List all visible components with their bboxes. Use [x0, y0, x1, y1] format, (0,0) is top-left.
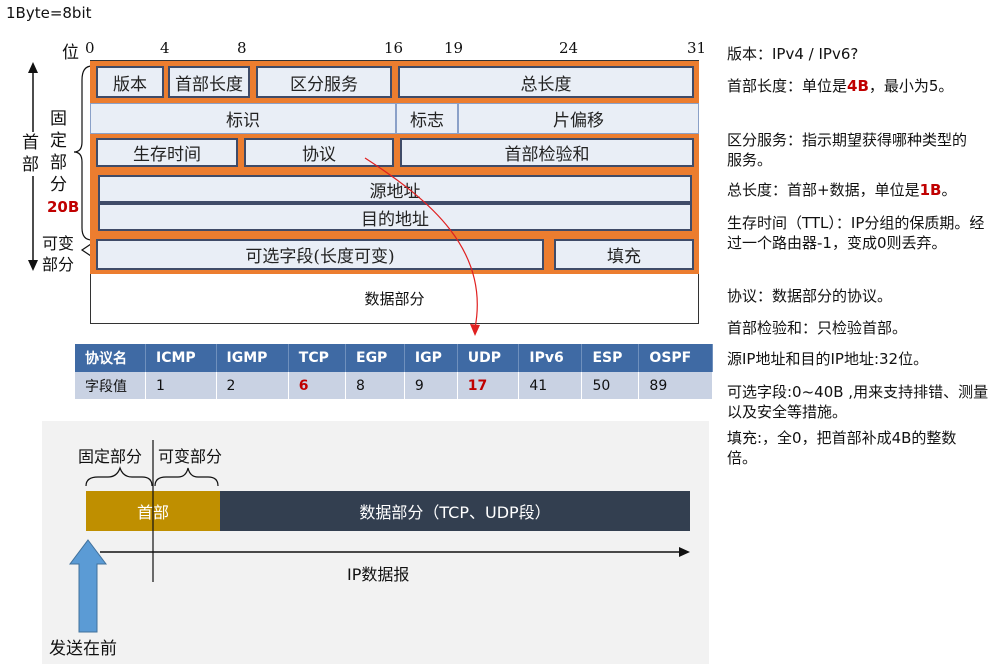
field-padding: 填充 [554, 239, 694, 270]
fixed-size-label: 20B [47, 198, 80, 216]
send-first-arrow [69, 539, 107, 633]
fixed-part-label: 固 定 部 分 [50, 109, 67, 195]
protocol-arrow [364, 157, 480, 336]
byte-bit-label: 1Byte=8bit [6, 4, 92, 22]
table-cell: 41 [518, 372, 583, 399]
field-ttl: 生存时间 [96, 138, 238, 167]
table-cell: 1 [145, 372, 217, 399]
table-cell: 9 [404, 372, 458, 399]
note-ttl: 生存时间（TTL）：IP分组的保质期。经过一个路由器-1，变成0则丢弃。 [727, 214, 985, 252]
protocol-table-value-row: 字段值 1 2 6 8 9 17 41 50 89 [75, 372, 713, 399]
note-tos: 区分服务：指示期望获得哪种类型的服务。 [727, 131, 968, 169]
table-cell: 2 [216, 372, 289, 399]
note-padding: 填充:，全0，把首部补成4B的整数倍。 [727, 429, 957, 467]
datagram-label: IP数据报 [347, 565, 410, 584]
field-flags: 标志 [396, 103, 458, 134]
table-cell-highlight: 6 [288, 372, 347, 399]
send-first-label: 发送在前 [49, 639, 117, 659]
field-version: 版本 [96, 66, 164, 98]
bit-tick: 0 [85, 39, 95, 57]
table-header: UDP [457, 344, 520, 372]
table-header: IPv6 [518, 344, 583, 372]
bit-tick: 19 [444, 39, 464, 57]
note-checksum: 首部检验和：只检验首部。 [727, 319, 908, 337]
protocol-table: 协议名 ICMP IGMP TCP EGP IGP UDP IPv6 ESP O… [75, 344, 713, 399]
variable-part-label: 可变 部分 [42, 234, 75, 274]
table-cell: 8 [345, 372, 405, 399]
field-header-length: 首部长度 [168, 66, 250, 98]
bit-tick: 31 [687, 39, 707, 57]
header-side-label: 首 部 [22, 132, 39, 176]
table-header: ICMP [145, 344, 217, 372]
bit-tick: 8 [237, 39, 247, 57]
table-cell: 89 [638, 372, 713, 399]
table-cell: 字段值 [75, 372, 146, 399]
protocol-table-header-row: 协议名 ICMP IGMP TCP EGP IGP UDP IPv6 ESP O… [75, 344, 713, 372]
table-header: IGP [404, 344, 458, 372]
table-header: OSPF [638, 344, 713, 372]
bit-tick: 24 [559, 39, 579, 57]
note-addresses: 源IP地址和目的IP地址:32位。 [727, 350, 929, 368]
note-version: 版本：IPv4 / IPv6? [727, 45, 859, 63]
field-tos: 区分服务 [256, 66, 392, 98]
bit-tick: 4 [160, 39, 170, 57]
table-header: ESP [581, 344, 640, 372]
table-header: TCP [288, 344, 347, 372]
table-cell-highlight: 17 [457, 372, 520, 399]
bit-tick: 16 [384, 39, 404, 57]
note-header-length: 首部长度：单位是4B，最小为5。 [727, 77, 954, 95]
note-protocol: 协议：数据部分的协议。 [727, 287, 893, 305]
table-cell: 50 [581, 372, 640, 399]
field-total-length: 总长度 [398, 66, 694, 98]
table-header: IGMP [216, 344, 289, 372]
datagram-axes [100, 440, 690, 582]
field-identification: 标识 [90, 103, 396, 134]
note-options: 可选字段:0~40B ,用来支持排错、测量以及安全等措施。 [727, 383, 989, 421]
table-header: EGP [345, 344, 405, 372]
field-fragment-offset: 片偏移 [458, 103, 699, 134]
table-header: 协议名 [75, 344, 146, 372]
note-total-length: 总长度：首部+数据，单位是1B。 [727, 181, 957, 199]
